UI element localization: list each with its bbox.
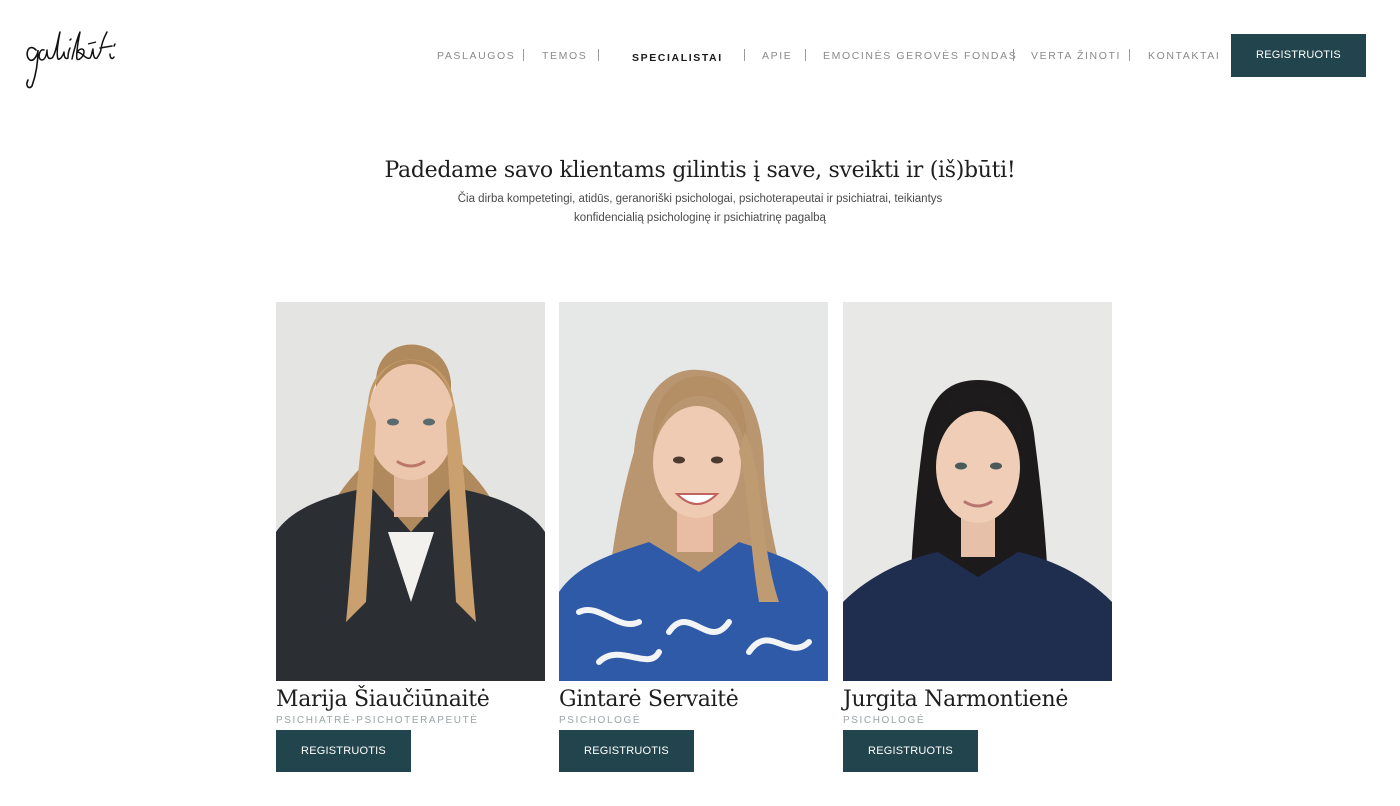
specialist-photo[interactable]: [559, 302, 828, 681]
nav-separator: [744, 49, 745, 61]
main-nav: PASLAUGOS TEMOS SPECIALISTAI APIE EMOCIN…: [0, 48, 1400, 64]
specialist-card: Jurgita Narmontienė PSICHOLOGĖ REGISTRUO…: [843, 302, 1112, 772]
nav-separator: [1129, 49, 1130, 61]
portrait-image: [276, 302, 545, 681]
nav-paslaugos[interactable]: PASLAUGOS: [437, 48, 515, 64]
hero-title: Padedame savo klientams gilintis į save,…: [384, 158, 1016, 183]
specialist-photo[interactable]: [843, 302, 1112, 681]
portrait-image: [843, 302, 1112, 681]
site-header: PASLAUGOS TEMOS SPECIALISTAI APIE EMOCIN…: [0, 0, 1400, 110]
specialist-name[interactable]: Marija Šiaučiūnaitė: [276, 687, 545, 713]
nav-separator: [523, 49, 524, 61]
header-register-button[interactable]: REGISTRUOTIS: [1231, 34, 1366, 77]
register-button[interactable]: REGISTRUOTIS: [276, 730, 411, 772]
nav-emocines-geroves-fondas[interactable]: EMOCINĖS GEROVĖS FONDAS: [823, 48, 1017, 64]
specialist-role: PSICHIATRĖ-PSICHOTERAPEUTĖ: [276, 715, 479, 726]
nav-separator: [1013, 49, 1014, 61]
hero-subtitle: Čia dirba kompetetingi, atidūs, geranori…: [457, 193, 943, 224]
nav-specialistai[interactable]: SPECIALISTAI: [632, 50, 723, 66]
specialist-role: PSICHOLOGĖ: [559, 715, 642, 726]
register-button[interactable]: REGISTRUOTIS: [843, 730, 978, 772]
nav-apie[interactable]: APIE: [762, 48, 792, 64]
nav-separator: [805, 49, 806, 61]
specialist-card: Gintarė Servaitė PSICHOLOGĖ REGISTRUOTIS: [559, 302, 828, 772]
specialist-name[interactable]: Jurgita Narmontienė: [843, 687, 1112, 713]
specialist-role: PSICHOLOGĖ: [843, 715, 926, 726]
register-button[interactable]: REGISTRUOTIS: [559, 730, 694, 772]
nav-verta-zinoti[interactable]: VERTA ŽINOTI: [1031, 48, 1121, 64]
nav-kontaktai[interactable]: KONTAKTAI: [1148, 48, 1220, 64]
specialist-photo[interactable]: [276, 302, 545, 681]
nav-temos[interactable]: TEMOS: [542, 48, 587, 64]
portrait-image: [559, 302, 828, 681]
specialist-card: Marija Šiaučiūnaitė PSICHIATRĖ-PSICHOTER…: [276, 302, 545, 772]
specialist-name[interactable]: Gintarė Servaitė: [559, 687, 828, 713]
nav-separator: [598, 49, 599, 61]
